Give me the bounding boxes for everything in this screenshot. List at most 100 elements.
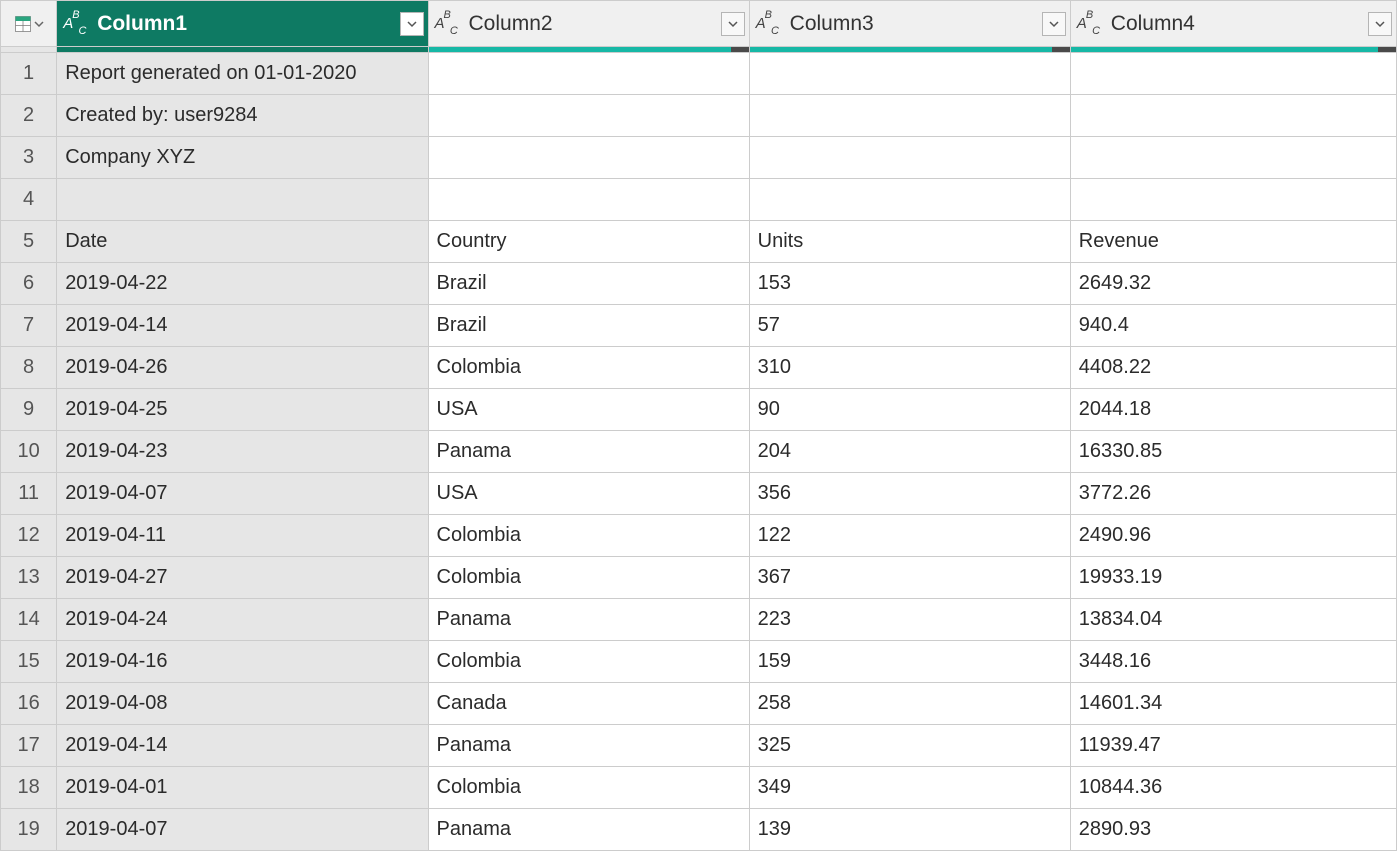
table-row[interactable]: 5DateCountryUnitsRevenue [1, 221, 1397, 263]
cell[interactable]: 367 [749, 557, 1070, 599]
cell[interactable]: 11939.47 [1070, 725, 1396, 767]
table-row[interactable]: 112019-04-07USA3563772.26 [1, 473, 1397, 515]
cell[interactable]: Date [57, 221, 428, 263]
cell[interactable]: 2019-04-16 [57, 641, 428, 683]
cell[interactable]: Colombia [428, 515, 749, 557]
cell[interactable]: 2890.93 [1070, 809, 1396, 851]
cell[interactable]: 258 [749, 683, 1070, 725]
table-row[interactable]: 142019-04-24Panama22313834.04 [1, 599, 1397, 641]
table-row[interactable]: 4 [1, 179, 1397, 221]
cell[interactable]: 223 [749, 599, 1070, 641]
row-number[interactable]: 15 [1, 641, 57, 683]
cell[interactable]: 310 [749, 347, 1070, 389]
table-row[interactable]: 92019-04-25USA902044.18 [1, 389, 1397, 431]
cell[interactable]: 10844.36 [1070, 767, 1396, 809]
select-all-corner[interactable] [1, 1, 57, 47]
cell[interactable]: 2019-04-24 [57, 599, 428, 641]
cell[interactable]: 16330.85 [1070, 431, 1396, 473]
cell[interactable] [428, 95, 749, 137]
cell[interactable]: Brazil [428, 263, 749, 305]
cell[interactable]: 14601.34 [1070, 683, 1396, 725]
row-number[interactable]: 5 [1, 221, 57, 263]
cell[interactable]: 2019-04-01 [57, 767, 428, 809]
cell[interactable] [749, 95, 1070, 137]
cell[interactable]: 2019-04-11 [57, 515, 428, 557]
cell[interactable]: 356 [749, 473, 1070, 515]
cell[interactable]: Country [428, 221, 749, 263]
cell[interactable]: 940.4 [1070, 305, 1396, 347]
cell[interactable]: Company XYZ [57, 137, 428, 179]
cell[interactable]: 2019-04-07 [57, 809, 428, 851]
cell[interactable] [749, 137, 1070, 179]
cell[interactable]: USA [428, 473, 749, 515]
cell[interactable]: 153 [749, 263, 1070, 305]
cell[interactable]: Revenue [1070, 221, 1396, 263]
cell[interactable]: Colombia [428, 641, 749, 683]
column-header-column1[interactable]: ABC Column1 [57, 1, 428, 47]
cell[interactable]: Panama [428, 431, 749, 473]
cell[interactable]: 2490.96 [1070, 515, 1396, 557]
table-row[interactable]: 162019-04-08Canada25814601.34 [1, 683, 1397, 725]
cell[interactable] [428, 179, 749, 221]
row-number[interactable]: 16 [1, 683, 57, 725]
cell[interactable]: 139 [749, 809, 1070, 851]
filter-dropdown-button[interactable] [400, 12, 424, 36]
table-row[interactable]: 2Created by: user9284 [1, 95, 1397, 137]
cell[interactable]: 90 [749, 389, 1070, 431]
cell[interactable]: 159 [749, 641, 1070, 683]
cell[interactable]: 2019-04-14 [57, 725, 428, 767]
cell[interactable]: Created by: user9284 [57, 95, 428, 137]
cell[interactable]: Canada [428, 683, 749, 725]
cell[interactable]: 325 [749, 725, 1070, 767]
cell[interactable] [428, 53, 749, 95]
cell[interactable]: 19933.19 [1070, 557, 1396, 599]
cell[interactable] [1070, 137, 1396, 179]
cell[interactable]: USA [428, 389, 749, 431]
row-number[interactable]: 2 [1, 95, 57, 137]
row-number[interactable]: 10 [1, 431, 57, 473]
table-row[interactable]: 192019-04-07Panama1392890.93 [1, 809, 1397, 851]
cell[interactable]: 13834.04 [1070, 599, 1396, 641]
cell[interactable]: Report generated on 01-01-2020 [57, 53, 428, 95]
cell[interactable]: 2019-04-08 [57, 683, 428, 725]
row-number[interactable]: 3 [1, 137, 57, 179]
cell[interactable]: Units [749, 221, 1070, 263]
cell[interactable] [1070, 95, 1396, 137]
table-row[interactable]: 72019-04-14Brazil57940.4 [1, 305, 1397, 347]
column-header-column3[interactable]: ABC Column3 [749, 1, 1070, 47]
row-number[interactable]: 8 [1, 347, 57, 389]
cell[interactable]: 3772.26 [1070, 473, 1396, 515]
filter-dropdown-button[interactable] [1368, 12, 1392, 36]
cell[interactable]: Brazil [428, 305, 749, 347]
cell[interactable]: Panama [428, 725, 749, 767]
column-header-column2[interactable]: ABC Column2 [428, 1, 749, 47]
cell[interactable]: 2019-04-26 [57, 347, 428, 389]
row-number[interactable]: 11 [1, 473, 57, 515]
cell[interactable]: 349 [749, 767, 1070, 809]
cell[interactable]: Panama [428, 599, 749, 641]
row-number[interactable]: 1 [1, 53, 57, 95]
cell[interactable]: Colombia [428, 557, 749, 599]
cell[interactable]: 2044.18 [1070, 389, 1396, 431]
cell[interactable]: 2019-04-22 [57, 263, 428, 305]
filter-dropdown-button[interactable] [1042, 12, 1066, 36]
cell[interactable]: 4408.22 [1070, 347, 1396, 389]
cell[interactable]: 2019-04-07 [57, 473, 428, 515]
cell[interactable] [749, 179, 1070, 221]
cell[interactable] [1070, 179, 1396, 221]
cell[interactable]: 2019-04-25 [57, 389, 428, 431]
row-number[interactable]: 9 [1, 389, 57, 431]
table-row[interactable]: 132019-04-27Colombia36719933.19 [1, 557, 1397, 599]
cell[interactable]: 122 [749, 515, 1070, 557]
table-row[interactable]: 122019-04-11Colombia1222490.96 [1, 515, 1397, 557]
table-row[interactable]: 102019-04-23Panama20416330.85 [1, 431, 1397, 473]
cell[interactable] [428, 137, 749, 179]
cell[interactable]: Colombia [428, 347, 749, 389]
cell[interactable]: 2019-04-14 [57, 305, 428, 347]
cell[interactable]: Panama [428, 809, 749, 851]
table-row[interactable]: 152019-04-16Colombia1593448.16 [1, 641, 1397, 683]
cell[interactable] [57, 179, 428, 221]
cell[interactable]: 2019-04-23 [57, 431, 428, 473]
row-number[interactable]: 18 [1, 767, 57, 809]
row-number[interactable]: 14 [1, 599, 57, 641]
